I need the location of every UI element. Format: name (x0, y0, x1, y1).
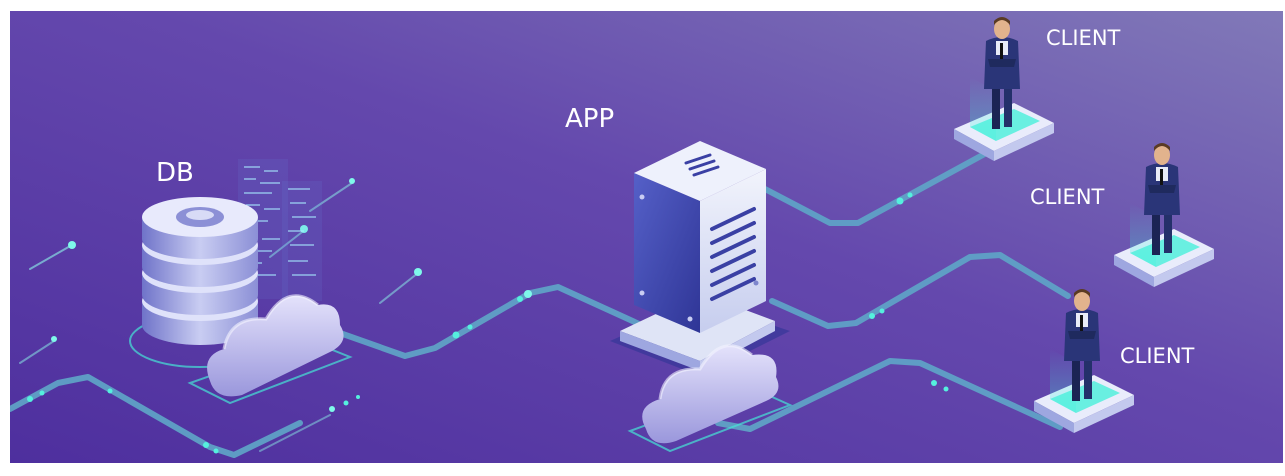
client-label-1: CLIENT (1046, 26, 1121, 50)
server-icon (610, 141, 790, 376)
architecture-diagram: DB APP CLIENT CLIENT CLIENT (10, 11, 1283, 463)
diagram-canvas: DB APP CLIENT CLIENT CLIENT (10, 11, 1283, 463)
client-label-2: CLIENT (1030, 185, 1105, 209)
app-label: APP (565, 104, 614, 134)
db-label: DB (156, 158, 194, 188)
client-label-3: CLIENT (1120, 344, 1195, 368)
